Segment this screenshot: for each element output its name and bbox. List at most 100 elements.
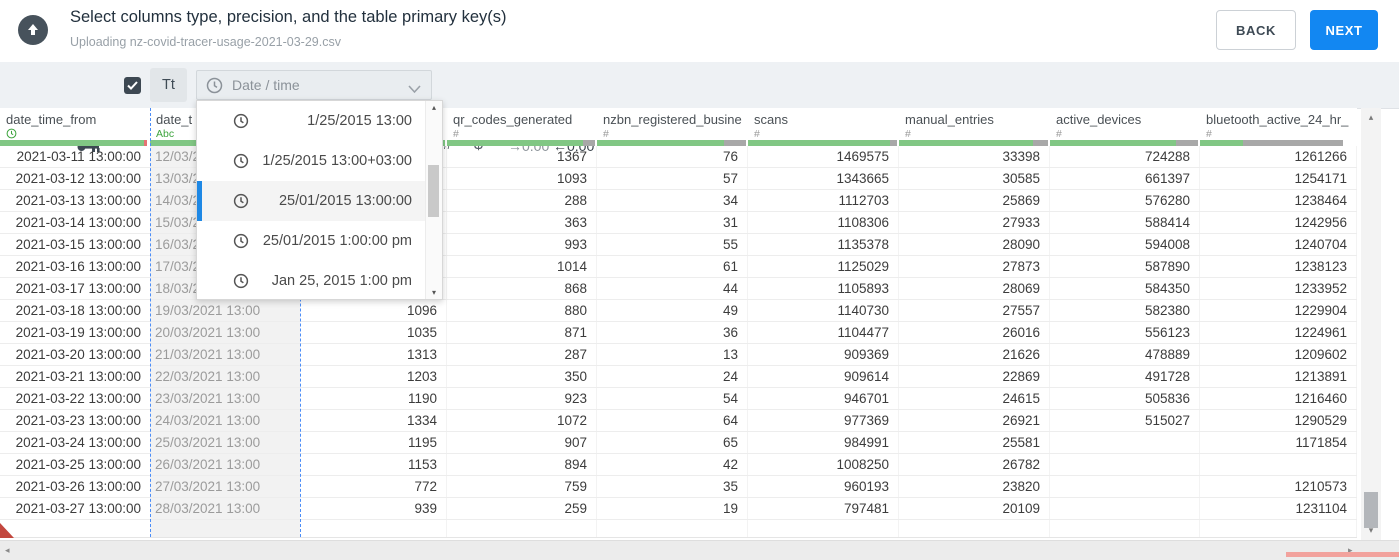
format-option[interactable]: 25/01/2015 13:00:00 [197, 181, 442, 221]
column-name: manual_entries [905, 112, 994, 127]
table-row: 2021-03-21 13:00:00 22/03/2021 13:00 1203 3… [0, 366, 1357, 388]
table-cell: 2021-03-19 13:00:00 [15, 325, 141, 340]
format-option[interactable]: 1/25/2015 13:00 [197, 101, 442, 141]
table-cell: 2021-03-18 13:00:00 [15, 303, 141, 318]
table-row: 2021-03-24 13:00:00 25/03/2021 13:00 1195 9… [0, 432, 1357, 454]
table-cell: 23820 [899, 476, 1050, 497]
format-option[interactable]: 1/25/2015 13:00+03:00 [197, 141, 442, 181]
table-cell: 1093 [447, 168, 597, 189]
empty-cell [597, 520, 748, 537]
dropdown-scroll-down-icon[interactable]: ▾ [426, 288, 442, 297]
page-header: Select columns type, precision, and the … [0, 0, 1399, 63]
table-cell [1050, 432, 1200, 453]
page-title: Select columns type, precision, and the … [70, 8, 507, 26]
table-cell: 2021-03-26 13:00:00 [15, 479, 141, 494]
next-button[interactable]: NEXT [1310, 10, 1378, 50]
table-cell: 19/03/2021 13:00 [150, 300, 300, 321]
column-header-active_devices[interactable]: active_devices # [1050, 108, 1200, 146]
column-header-manual_entries[interactable]: manual_entries # [899, 108, 1050, 146]
column-header-qr_codes_generated[interactable]: qr_codes_generated # [447, 108, 597, 146]
table-cell: 584350 [1050, 278, 1200, 299]
table-cell: 27873 [899, 256, 1050, 277]
format-option[interactable]: Jan 25, 2015 1:00 pm [197, 261, 442, 301]
table-cell: 1096 [300, 300, 447, 321]
table-cell: 724288 [1050, 146, 1200, 167]
app-window: Select columns type, precision, and the … [0, 0, 1399, 560]
table-cell: 2021-03-23 13:00:00 [15, 413, 141, 428]
number-type-badge: # [1206, 128, 1212, 140]
table-cell: 21/03/2021 13:00 [150, 344, 300, 365]
table-empty-strip [0, 520, 1357, 538]
empty-cell [899, 520, 1050, 537]
table-cell: 24/03/2021 13:00 [150, 410, 300, 431]
table-cell [1050, 476, 1200, 497]
table-cell: 65 [597, 432, 748, 453]
table-cell: 13 [597, 344, 748, 365]
table-cell: 1190 [300, 388, 447, 409]
toolbar-checkbox[interactable] [124, 77, 141, 94]
table-cell: 594008 [1050, 234, 1200, 255]
table-cell: 30585 [899, 168, 1050, 189]
table-cell: 54 [597, 388, 748, 409]
table-cell: 259 [447, 498, 597, 519]
table-row: 2021-03-25 13:00:00 26/03/2021 13:00 1153 8… [0, 454, 1357, 476]
clock-icon [206, 77, 223, 94]
format-option-label: 1/25/2015 13:00 [307, 113, 412, 129]
table-cell: 1242956 [1200, 212, 1357, 233]
column-header-date_time_from[interactable]: date_time_from [0, 108, 150, 146]
back-button[interactable]: BACK [1216, 10, 1296, 50]
table-cell: 1171854 [1200, 432, 1357, 453]
table-cell: 28069 [899, 278, 1050, 299]
clock-icon [233, 233, 249, 254]
format-option-label: 25/01/2015 1:00:00 pm [262, 233, 412, 249]
table-cell: 1233952 [1200, 278, 1357, 299]
table-cell: 27933 [899, 212, 1050, 233]
chevron-down-icon [408, 81, 421, 99]
scroll-up-icon[interactable]: ▴ [1361, 112, 1381, 123]
table-cell: 587890 [1050, 256, 1200, 277]
dropdown-scroll-up-icon[interactable]: ▴ [426, 103, 442, 112]
table-cell: 36 [597, 322, 748, 343]
table-cell: 556123 [1050, 322, 1200, 343]
scroll-down-icon[interactable]: ▾ [1361, 525, 1381, 536]
empty-cell [1050, 520, 1200, 537]
table-cell: 582380 [1050, 300, 1200, 321]
table-cell: 661397 [1050, 168, 1200, 189]
vertical-scroll-thumb[interactable] [1364, 492, 1378, 528]
table-cell: 1216460 [1200, 388, 1357, 409]
datetime-type-icon [6, 128, 17, 139]
table-cell: 1367 [447, 146, 597, 167]
datetime-format-select[interactable]: Date / time [196, 70, 432, 100]
table-cell: 64 [597, 410, 748, 431]
table-cell [1050, 498, 1200, 519]
text-type-button[interactable]: Tt [150, 68, 187, 102]
table-cell: 25/03/2021 13:00 [150, 432, 300, 453]
column-header-scans[interactable]: scans # [748, 108, 899, 146]
horizontal-scrollbar[interactable]: ◂ ▸ [0, 540, 1399, 560]
table-cell: 1195 [300, 432, 447, 453]
column-header-bluetooth_active_24_hr_[interactable]: bluetooth_active_24_hr_ # [1200, 108, 1357, 146]
table-cell: 1153 [300, 454, 447, 475]
table-cell: 55 [597, 234, 748, 255]
number-type-badge: # [603, 128, 609, 140]
table-cell: 984991 [748, 432, 899, 453]
dropdown-scroll-thumb[interactable] [428, 165, 439, 217]
table-cell: 25869 [899, 190, 1050, 211]
vertical-scrollbar[interactable]: ▴ ▾ [1361, 108, 1381, 540]
table-cell: 19 [597, 498, 748, 519]
column-header-nzbn_registered_busine[interactable]: nzbn_registered_busine # [597, 108, 748, 146]
dropdown-scrollbar[interactable]: ▴ ▾ [425, 101, 442, 299]
table-cell: 1334 [300, 410, 447, 431]
table-cell: 44 [597, 278, 748, 299]
table-cell: 1014 [447, 256, 597, 277]
table-row: 2021-03-18 13:00:00 19/03/2021 13:00 1096 8… [0, 300, 1357, 322]
table-cell: 1231104 [1200, 498, 1357, 519]
table-cell: 2021-03-20 13:00:00 [15, 347, 141, 362]
upload-icon [18, 15, 48, 45]
table-cell: 49 [597, 300, 748, 321]
table-cell: 26/03/2021 13:00 [150, 454, 300, 475]
scroll-left-icon[interactable]: ◂ [5, 545, 10, 556]
format-option[interactable]: 25/01/2015 1:00:00 pm [197, 221, 442, 261]
column-name: scans [754, 112, 788, 127]
clock-icon [233, 193, 249, 214]
